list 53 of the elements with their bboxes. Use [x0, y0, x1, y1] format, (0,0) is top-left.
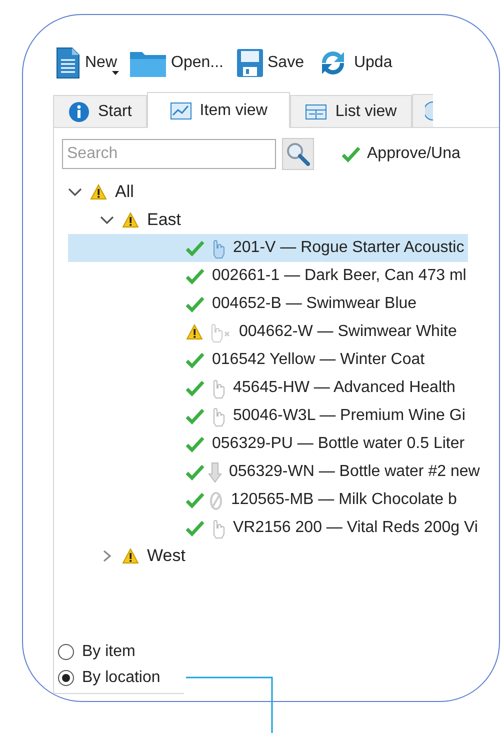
checkmark-icon: [186, 240, 205, 256]
radio-button[interactable]: [58, 644, 74, 660]
checkmark-icon: [186, 520, 205, 536]
tree-item[interactable]: 50046-W3L — Premium Wine Gi: [68, 402, 484, 430]
checkmark-icon: [186, 296, 205, 312]
checkmark-icon: [186, 408, 205, 424]
checkmark-icon: [186, 464, 205, 480]
tree-item[interactable]: VR2156 200 — Vital Reds 200g Vi: [68, 514, 484, 542]
toolbar-button[interactable]: New: [53, 47, 120, 79]
document-icon: [55, 47, 81, 79]
toolbar-button[interactable]: Upda: [314, 47, 394, 79]
tree-item[interactable]: All: [68, 178, 484, 206]
radio-button[interactable]: [58, 670, 74, 686]
checkmark-icon: [186, 492, 205, 508]
tree-item[interactable]: 056329-PU — Bottle water 0.5 Liter: [68, 430, 484, 458]
tab-icon: [424, 101, 433, 121]
warning-icon: [186, 324, 203, 340]
tree-item[interactable]: 056329-WN — Bottle water #2 new: [68, 458, 484, 486]
tree-item[interactable]: 004662-W — Swimwear White: [68, 318, 484, 346]
info-icon: [68, 100, 90, 122]
tab[interactable]: Start: [53, 95, 147, 127]
tree-item[interactable]: 004652-B — Swimwear Blue: [68, 290, 484, 318]
tree-item[interactable]: West: [68, 542, 484, 570]
prohibited-icon: [208, 490, 224, 510]
checkmark-icon: [342, 146, 361, 162]
toolbar-button[interactable]: Save: [234, 48, 306, 78]
warning-icon: [90, 184, 107, 200]
tree-item[interactable]: 201-V — Rogue Starter Acoustic: [68, 234, 468, 262]
warning-icon: [122, 548, 139, 564]
tab[interactable]: Item view: [146, 92, 290, 128]
tab[interactable]: List view: [290, 95, 412, 127]
radio-option[interactable]: By item: [58, 643, 184, 661]
toolbar-button[interactable]: Open...: [127, 48, 226, 78]
down-arrow-icon: [208, 462, 222, 482]
tree-item[interactable]: 120565-MB — Milk Chocolate b: [68, 486, 484, 514]
tree-item[interactable]: 45645-HW — Advanced Health: [68, 374, 484, 402]
search-button[interactable]: [282, 138, 314, 170]
checkmark-icon: [186, 380, 205, 396]
search-field[interactable]: Search: [62, 139, 276, 169]
chart-icon: [170, 102, 192, 120]
chevron-down-icon: [68, 187, 82, 197]
chevron-down-icon: [100, 215, 114, 225]
tab[interactable]: [412, 94, 433, 127]
checkmark-icon: [186, 352, 205, 368]
tree-item[interactable]: 016542 Yellow — Winter Coat: [68, 346, 484, 374]
checkmark-icon: [186, 268, 205, 284]
table-icon: [305, 104, 328, 120]
tree-item[interactable]: 002661-1 — Dark Beer, Can 473 ml: [68, 262, 484, 290]
checkmark-icon: [186, 436, 205, 452]
approve-button[interactable]: Approve/Una: [336, 144, 466, 164]
radio-option[interactable]: By location: [58, 669, 184, 687]
warning-icon: [122, 212, 139, 228]
tree-item[interactable]: East: [68, 206, 484, 234]
